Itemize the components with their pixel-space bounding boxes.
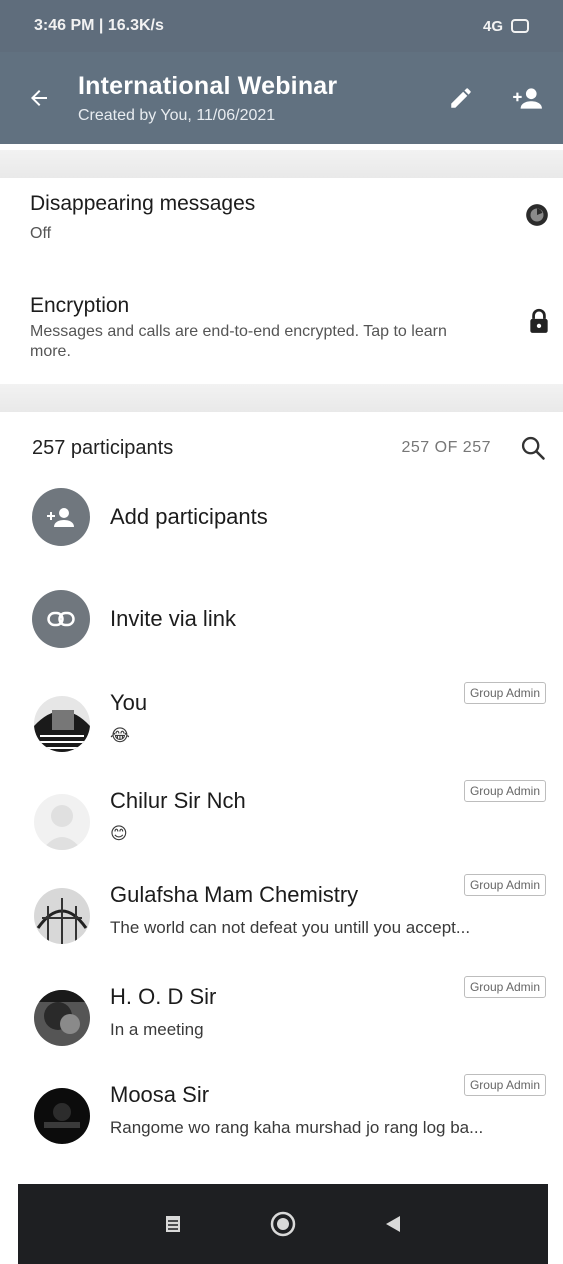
disappearing-messages-row[interactable]: Disappearing messages Off: [30, 192, 550, 244]
admin-badge: Group Admin: [463, 780, 546, 802]
back-button[interactable]: [0, 52, 78, 144]
status-bar: 3:46 PM | 16.3K/s 4G: [0, 0, 563, 52]
group-info[interactable]: International Webinar Created by You, 11…: [78, 72, 443, 125]
participant-row[interactable]: Moosa Sir Rangome wo rang kaha murshad j…: [34, 1074, 546, 1156]
pencil-icon: [451, 88, 471, 108]
add-participants-circle: [32, 488, 90, 546]
participant-row[interactable]: Gulafsha Mam Chemistry The world can not…: [34, 874, 546, 956]
admin-badge: Group Admin: [463, 1074, 546, 1096]
participant-status: Rangome wo rang kaha murshad jo rang log…: [110, 1118, 484, 1137]
group-title: International Webinar: [78, 71, 338, 100]
lock-icon: [530, 308, 548, 333]
participant-status: In a meeting: [110, 1020, 204, 1039]
add-participants-row[interactable]: Add participants: [32, 486, 542, 548]
participant-name: H. O. D Sir: [110, 984, 217, 1009]
link-icon: [47, 611, 75, 627]
battery-icon: [511, 19, 529, 33]
participant-status: 😊: [110, 824, 128, 843]
admin-badge: Group Admin: [463, 682, 546, 704]
add-person-icon: [513, 88, 542, 109]
avatar: [34, 990, 90, 1046]
participant-row[interactable]: Chilur Sir Nch 😊 Group Admin: [34, 780, 546, 862]
encryption-title: Encryption: [30, 294, 130, 317]
add-person-icon: [47, 508, 74, 527]
participant-status: 😂: [110, 726, 130, 745]
admin-badge: Group Admin: [463, 976, 546, 998]
add-participant-button[interactable]: [509, 80, 545, 116]
back-nav-button[interactable]: [373, 1204, 413, 1244]
navigation-bar: [18, 1184, 548, 1264]
participant-name: Moosa Sir: [110, 1082, 210, 1107]
back-triangle-icon: [386, 1216, 400, 1232]
participant-status: The world can not defeat you untill you …: [110, 918, 471, 937]
home-button[interactable]: [263, 1204, 303, 1244]
avatar: [34, 696, 90, 752]
invite-link-circle: [32, 590, 90, 648]
disappearing-value: Off: [30, 225, 52, 242]
search-icon[interactable]: [519, 434, 547, 462]
section-divider: [0, 384, 563, 412]
group-subtitle: Created by You, 11/06/2021: [78, 106, 276, 124]
participants-count: 257 participants: [32, 436, 174, 459]
status-time: 3:46 PM | 16.3K/s: [34, 17, 164, 34]
section-divider: [0, 150, 563, 178]
edit-button[interactable]: [443, 80, 479, 116]
participant-row[interactable]: H. O. D Sir In a meeting Group Admin: [34, 976, 546, 1058]
admin-badge: Group Admin: [463, 874, 546, 896]
participants-header: 257 participants 257 OF 257: [32, 428, 547, 468]
signal-label: 4G: [482, 17, 503, 35]
timer-icon: [526, 204, 548, 226]
avatar: [34, 1088, 90, 1144]
participant-row[interactable]: You 😂 Group Admin: [34, 682, 546, 764]
recents-button[interactable]: [153, 1204, 193, 1244]
invite-via-link-row[interactable]: Invite via link: [32, 588, 542, 650]
participant-name: You: [110, 690, 148, 715]
participants-range: 257 OF 257: [401, 439, 491, 456]
avatar: [34, 888, 90, 944]
encryption-description: Messages and calls are end-to-end encryp…: [30, 323, 447, 360]
app-bar: International Webinar Created by You, 11…: [0, 52, 563, 144]
disappearing-title: Disappearing messages: [30, 192, 256, 215]
back-arrow-icon: [31, 90, 47, 106]
encryption-row[interactable]: Encryption Messages and calls are end-to…: [30, 294, 550, 362]
recents-icon: [166, 1216, 180, 1232]
status-icons: 4G: [483, 18, 529, 35]
invite-via-link-label: Invite via link: [110, 606, 236, 631]
home-icon: [270, 1211, 296, 1237]
add-participants-label: Add participants: [110, 504, 268, 529]
avatar: [34, 794, 90, 850]
participant-name: Gulafsha Mam Chemistry: [110, 882, 359, 907]
participant-name: Chilur Sir Nch: [110, 788, 246, 813]
